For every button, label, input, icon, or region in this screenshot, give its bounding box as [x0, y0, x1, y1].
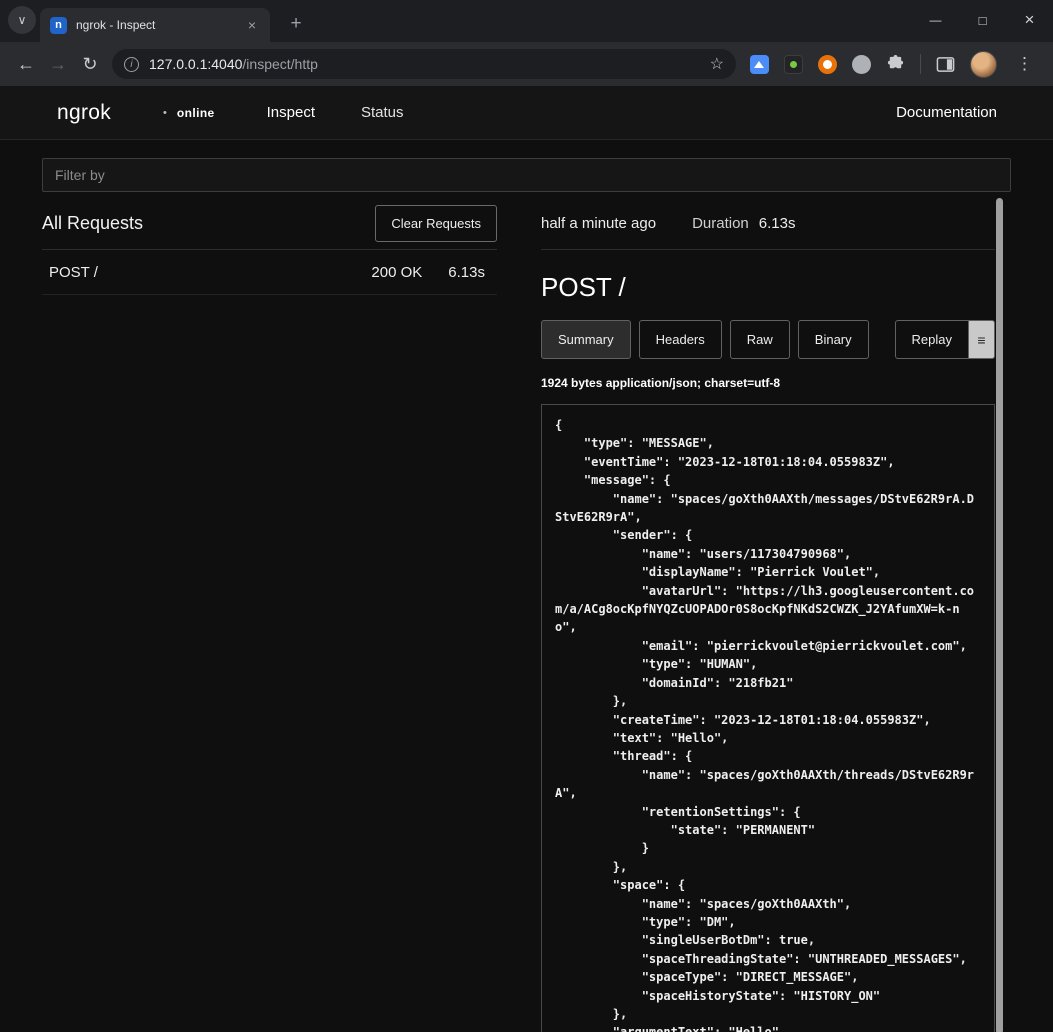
maximize-icon: □	[979, 13, 987, 28]
ngrok-favicon-icon: n	[50, 17, 67, 34]
close-icon: ×	[1025, 10, 1035, 30]
site-info-icon[interactable]: i	[124, 57, 139, 72]
profile-avatar[interactable]	[970, 51, 997, 78]
browser-tab[interactable]: n ngrok - Inspect ×	[40, 8, 270, 42]
duration-value: 6.13s	[759, 215, 796, 232]
request-row[interactable]: POST / 200 OK 6.13s	[42, 250, 497, 295]
nav-documentation[interactable]: Documentation	[896, 104, 997, 121]
tab-title: ngrok - Inspect	[76, 18, 244, 32]
status-online-label: online	[177, 106, 215, 120]
ngrok-header: ngrok • online Inspect Status Documentat…	[0, 86, 1053, 140]
detail-tabs: Summary Headers Raw Binary Replay ≡	[541, 320, 995, 359]
forward-button[interactable]: →	[42, 48, 74, 80]
request-time-ago: half a minute ago	[541, 215, 656, 232]
tab-raw[interactable]: Raw	[730, 320, 790, 359]
tab-close-icon[interactable]: ×	[244, 15, 260, 35]
requests-panel: All Requests Clear Requests POST / 200 O…	[42, 198, 497, 1032]
window-close-button[interactable]: ×	[1006, 0, 1053, 40]
content-meta: 1924 bytes application/json; charset=utf…	[541, 376, 1011, 390]
plus-icon: +	[290, 13, 301, 35]
toolbar-icon-cluster: ⋮	[744, 51, 1043, 78]
extensions-puzzle-icon[interactable]	[886, 55, 905, 74]
all-requests-title: All Requests	[42, 213, 143, 234]
reload-icon: ↻	[82, 54, 97, 75]
detail-title: POST /	[541, 272, 1011, 303]
maximize-button[interactable]: □	[959, 0, 1006, 40]
extension-icon-blue[interactable]	[750, 55, 769, 74]
minimize-icon: —	[930, 13, 942, 27]
browser-menu-kebab-icon[interactable]: ⋮	[1012, 54, 1037, 74]
detail-panel: half a minute ago Duration 6.13s POST / …	[541, 198, 1011, 1032]
tab-headers[interactable]: Headers	[639, 320, 722, 359]
address-bar[interactable]: i 127.0.0.1:4040/inspect/http ☆	[112, 49, 736, 79]
window-controls: — □ ×	[912, 0, 1053, 40]
toolbar-divider	[920, 54, 921, 74]
minimize-button[interactable]: —	[912, 0, 959, 40]
duration-label: Duration	[692, 215, 749, 232]
side-panel-icon[interactable]	[936, 55, 955, 74]
forward-icon: →	[49, 54, 67, 75]
replay-button[interactable]: Replay	[895, 320, 969, 359]
nav-status[interactable]: Status	[361, 104, 404, 121]
new-tab-button[interactable]: +	[282, 10, 310, 38]
tab-strip: ∨ n ngrok - Inspect × + — □ ×	[0, 0, 1053, 42]
back-button[interactable]: ←	[10, 48, 42, 80]
ngrok-logo[interactable]: ngrok	[57, 101, 111, 125]
browser-toolbar: ← → ↻ i 127.0.0.1:4040/inspect/http ☆	[0, 42, 1053, 86]
hamburger-icon: ≡	[977, 332, 985, 348]
back-icon: ←	[17, 54, 35, 75]
url-text: 127.0.0.1:4040/inspect/http	[149, 56, 710, 72]
url-path: /inspect/http	[242, 56, 318, 72]
request-status: 200 OK	[371, 264, 422, 281]
nav-inspect[interactable]: Inspect	[267, 104, 315, 121]
replay-button-group: Replay ≡	[895, 320, 995, 359]
request-body-box: { "type": "MESSAGE", "eventTime": "2023-…	[541, 404, 995, 1032]
url-host: 127.0.0.1:4040	[149, 56, 242, 72]
tab-binary[interactable]: Binary	[798, 320, 869, 359]
chevron-down-icon: ∨	[18, 13, 27, 27]
detail-scrollbar[interactable]	[996, 198, 1003, 1032]
reload-button[interactable]: ↻	[74, 48, 106, 80]
filter-input[interactable]	[42, 158, 1011, 192]
request-duration: 6.13s	[448, 264, 485, 281]
inspect-page: All Requests Clear Requests POST / 200 O…	[0, 140, 1053, 1032]
bookmark-star-icon[interactable]: ☆	[710, 54, 724, 74]
extension-icon-dark[interactable]	[784, 55, 803, 74]
status-dot-icon: •	[163, 107, 167, 119]
request-body-json: { "type": "MESSAGE", "eventTime": "2023-…	[555, 416, 981, 1032]
browser-window: ∨ n ngrok - Inspect × + — □ × ← →	[0, 0, 1053, 1032]
tab-summary[interactable]: Summary	[541, 320, 631, 359]
replay-menu-button[interactable]: ≡	[969, 320, 995, 359]
tab-search-button[interactable]: ∨	[8, 6, 36, 34]
extension-icon-orange[interactable]	[818, 55, 837, 74]
request-method-path: POST /	[49, 264, 371, 281]
clear-requests-button[interactable]: Clear Requests	[375, 205, 497, 242]
extension-icon-gray[interactable]	[852, 55, 871, 74]
